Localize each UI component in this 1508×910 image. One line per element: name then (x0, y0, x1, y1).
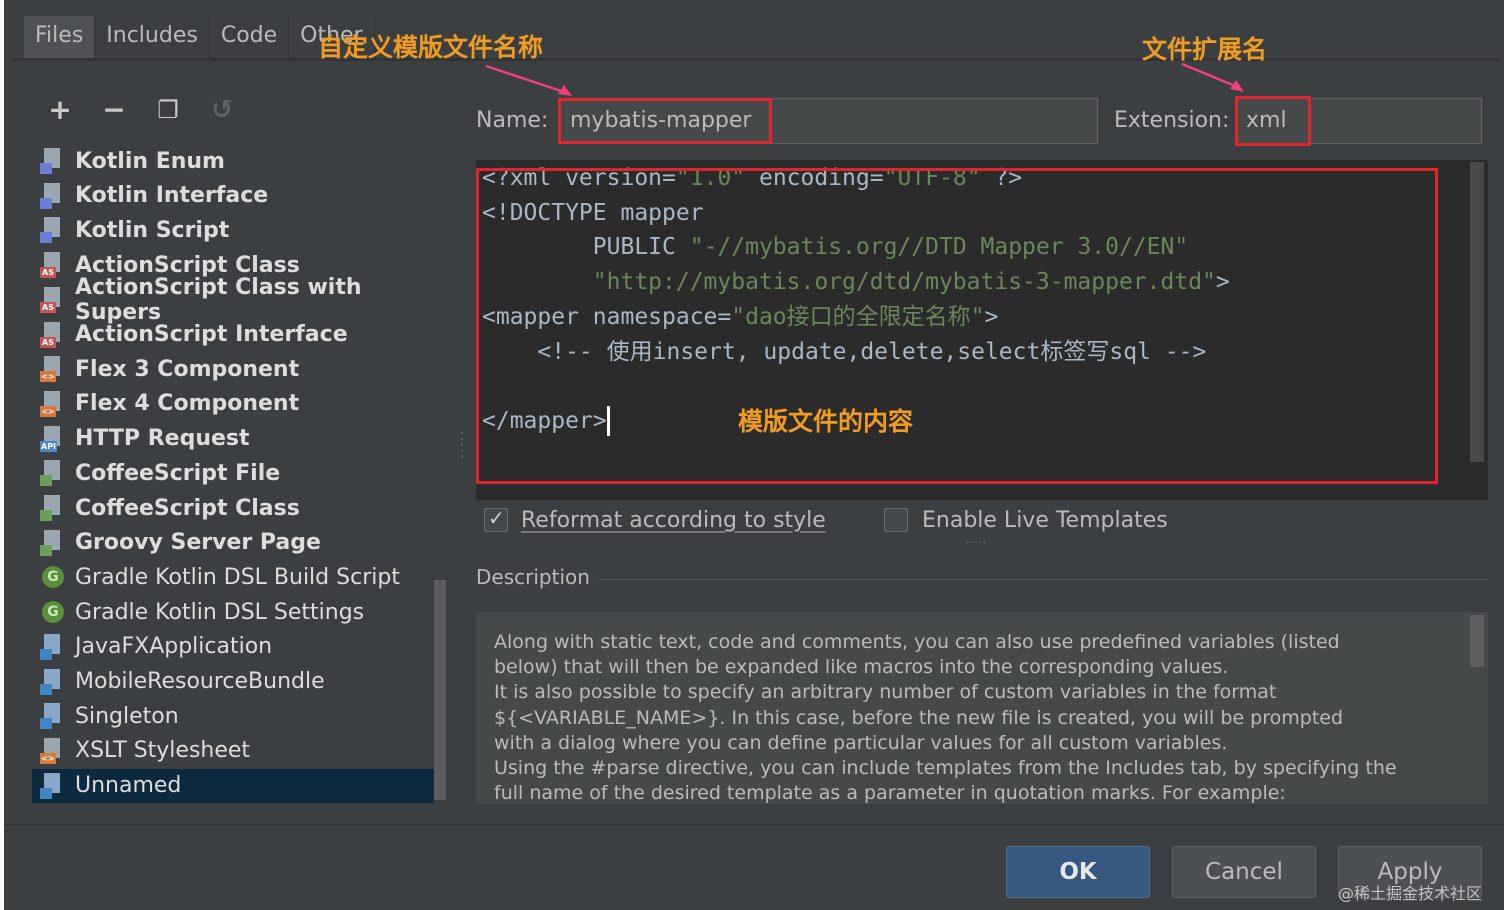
list-item-label: Unnamed (75, 773, 182, 799)
annotation-arrow-name (485, 64, 572, 96)
extension-label: Extension: (1114, 108, 1230, 133)
tab-separator (12, 58, 1500, 61)
java-file-icon (40, 633, 66, 660)
content-highlight-box (476, 168, 1438, 484)
java-file-icon (40, 772, 66, 799)
list-item[interactable]: <> Flex 4 Component (32, 387, 434, 421)
java-file-icon (40, 703, 66, 730)
kotlin-file-icon (40, 148, 66, 174)
list-item-label: Singleton (75, 703, 179, 729)
description-title: Description (476, 565, 590, 589)
list-item-label: Kotlin Enum (75, 148, 225, 174)
kotlin-file-icon (40, 182, 66, 209)
list-item-label: XSLT Stylesheet (75, 738, 251, 764)
list-item[interactable]: <> Flex 3 Component (32, 352, 434, 386)
list-item[interactable]: G Gradle Kotlin DSL Build Script (32, 560, 434, 594)
description-line: It is also possible to specify an arbitr… (494, 681, 1277, 704)
java-file-icon (40, 668, 66, 695)
description-line: ${<VARIABLE_NAME>}. In this case, before… (494, 706, 1344, 729)
reformat-checkbox[interactable]: ✓ (484, 506, 508, 532)
list-item-label: ActionScript Interface (75, 322, 348, 347)
list-item[interactable]: AS ActionScript Class with Supers (32, 275, 434, 325)
description-line: Along with static text, code and comment… (494, 631, 1340, 653)
list-item-label: Gradle Kotlin DSL Settings (75, 599, 365, 625)
flex-file-icon: <> (40, 356, 66, 383)
annotation-content: 模版文件的内容 (738, 407, 914, 436)
gradle-icon: G (40, 599, 66, 625)
watermark: @稀土掘金技术社区 (1338, 884, 1483, 903)
description-divider (598, 579, 1488, 580)
name-label: Name: (476, 108, 549, 133)
check-icon: ✓ (488, 506, 505, 530)
tab-files[interactable]: Files (24, 16, 96, 58)
reset-icon: ↺ (211, 95, 233, 125)
reformat-label[interactable]: Reformat according to style (521, 508, 826, 533)
list-item-label: HTTP Request (75, 426, 250, 452)
list-item[interactable]: Singleton (32, 699, 434, 733)
coffeescript-file-icon (40, 495, 66, 521)
kotlin-file-icon (40, 217, 66, 244)
remove-icon[interactable]: − (98, 94, 130, 126)
extension-highlight-box (1235, 96, 1311, 146)
list-item-label: JavaFXApplication (75, 634, 273, 660)
http-api-file-icon: API (40, 425, 66, 452)
tab-includes[interactable]: Includes (95, 16, 210, 58)
list-item-label: Kotlin Script (75, 217, 230, 243)
xslt-file-icon: <> (40, 737, 66, 764)
list-item[interactable]: CoffeeScript File (32, 456, 434, 490)
ok-button[interactable]: OK (1006, 846, 1150, 898)
live-templates-label[interactable]: Enable Live Templates (922, 508, 1168, 533)
list-item[interactable]: G Gradle Kotlin DSL Settings (32, 595, 434, 629)
description-line: with a dialog where you can define parti… (494, 731, 1228, 754)
list-item[interactable]: Kotlin Enum (32, 144, 434, 178)
button-bar-divider (4, 824, 1504, 825)
gradle-icon: G (40, 564, 66, 590)
resize-grip-icon[interactable]: ····· (966, 538, 987, 549)
list-item[interactable]: AS ActionScript Interface (32, 318, 434, 352)
list-item[interactable]: Unnamed (32, 768, 434, 803)
name-highlight-box (558, 98, 772, 144)
template-list: Kotlin Enum Kotlin Interface Kotlin Script… (32, 134, 452, 804)
list-item[interactable]: <> XSLT Stylesheet (32, 734, 434, 768)
description-line: Using the #parse directive, you can incl… (494, 757, 1397, 779)
tab-code[interactable]: Code (210, 16, 290, 58)
coffeescript-file-icon (40, 460, 66, 487)
list-scrollbar[interactable] (434, 580, 446, 800)
copy-icon[interactable]: ❐ (152, 94, 184, 126)
list-item-label: CoffeeScript Class (75, 495, 300, 521)
live-templates-checkbox[interactable] (884, 508, 908, 532)
list-item-label: Flex 3 Component (75, 356, 300, 382)
actionscript-file-icon: AS (40, 286, 66, 313)
list-item[interactable]: Groovy Server Page (32, 526, 434, 560)
list-item-label: MobileResourceBundle (75, 669, 325, 694)
cancel-button[interactable]: Cancel (1172, 846, 1316, 898)
list-item[interactable]: Kotlin Interface (32, 179, 434, 213)
list-item[interactable]: API HTTP Request (32, 422, 434, 456)
description-scrollbar[interactable] (1470, 615, 1484, 667)
template-toolbar: + − ❐ ↺ (32, 88, 452, 135)
actionscript-file-icon: AS (40, 321, 66, 348)
flex-file-icon: <> (40, 390, 66, 417)
add-icon[interactable]: + (44, 94, 76, 126)
list-item[interactable]: JavaFXApplication (32, 630, 434, 664)
list-item-label: Kotlin Interface (75, 183, 269, 209)
list-item-label: Groovy Server Page (75, 530, 321, 556)
actionscript-file-icon: AS (40, 252, 66, 279)
editor-scrollbar[interactable] (1470, 162, 1484, 462)
description-line: below) that will then be expanded like m… (494, 656, 1229, 679)
list-item[interactable]: MobileResourceBundle (32, 665, 434, 699)
description-panel: Along with static text, code and comment… (476, 612, 1488, 804)
groovy-file-icon (40, 529, 66, 556)
list-item-label: Gradle Kotlin DSL Build Script (75, 564, 400, 590)
annotation-arrow-extension (1181, 62, 1244, 92)
list-item-label: CoffeeScript File (75, 460, 281, 486)
splitter-handle[interactable]: · · · · · (460, 427, 464, 463)
list-item[interactable]: CoffeeScript Class (32, 491, 434, 525)
list-item[interactable]: Kotlin Script (32, 213, 434, 247)
description-line: full name of the desired template as a p… (494, 782, 1286, 804)
list-item-label: Flex 4 Component (75, 391, 300, 417)
